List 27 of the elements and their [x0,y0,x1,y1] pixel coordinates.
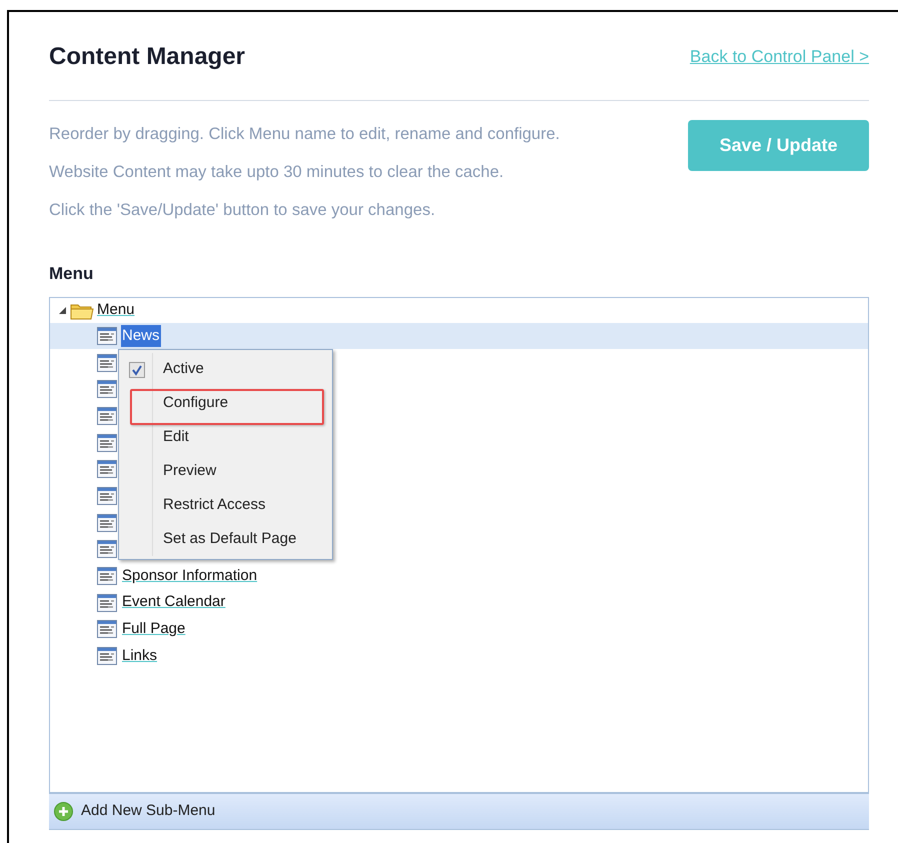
context-menu-option[interactable]: Active [163,358,204,381]
instruction-text: Website Content may take upto 30 minutes to clear the cache. [49,162,505,183]
context-menu-option[interactable]: Set as Default Page [163,528,296,551]
tree-item[interactable]: Links [121,644,158,668]
page-icon [97,620,117,638]
page-icon [97,567,117,586]
page-title: Content Manager [49,42,246,72]
context-menu-option[interactable]: Edit [163,426,189,449]
folder-icon [70,302,94,320]
context-menu-option[interactable]: Preview [163,460,216,483]
context-menu-option[interactable]: Configure [163,392,228,415]
instruction-text: Click the 'Save/Update' button to save your changes. [49,200,436,221]
section-heading: Menu [49,263,94,285]
tree-item[interactable]: Menu [97,299,135,322]
add-submenu-bar[interactable]: Add New Sub-Menu [49,792,869,830]
tree-item[interactable]: News [121,324,161,348]
page-icon [97,647,117,666]
page-icon [97,594,117,612]
add-icon [54,802,73,820]
tree-item[interactable]: Event Calendar [121,591,226,614]
context-menu-option[interactable]: Restrict Access [163,494,266,517]
tree-item[interactable]: Full Page [121,618,186,641]
page-icon [97,326,117,345]
instruction-text: Reorder by dragging. Click Menu name to edit, rename and configure. [49,124,560,145]
tree-item[interactable]: Sponsor Information [121,564,258,588]
collapse-triangle-icon[interactable] [58,306,67,315]
checkbox[interactable] [129,362,145,378]
